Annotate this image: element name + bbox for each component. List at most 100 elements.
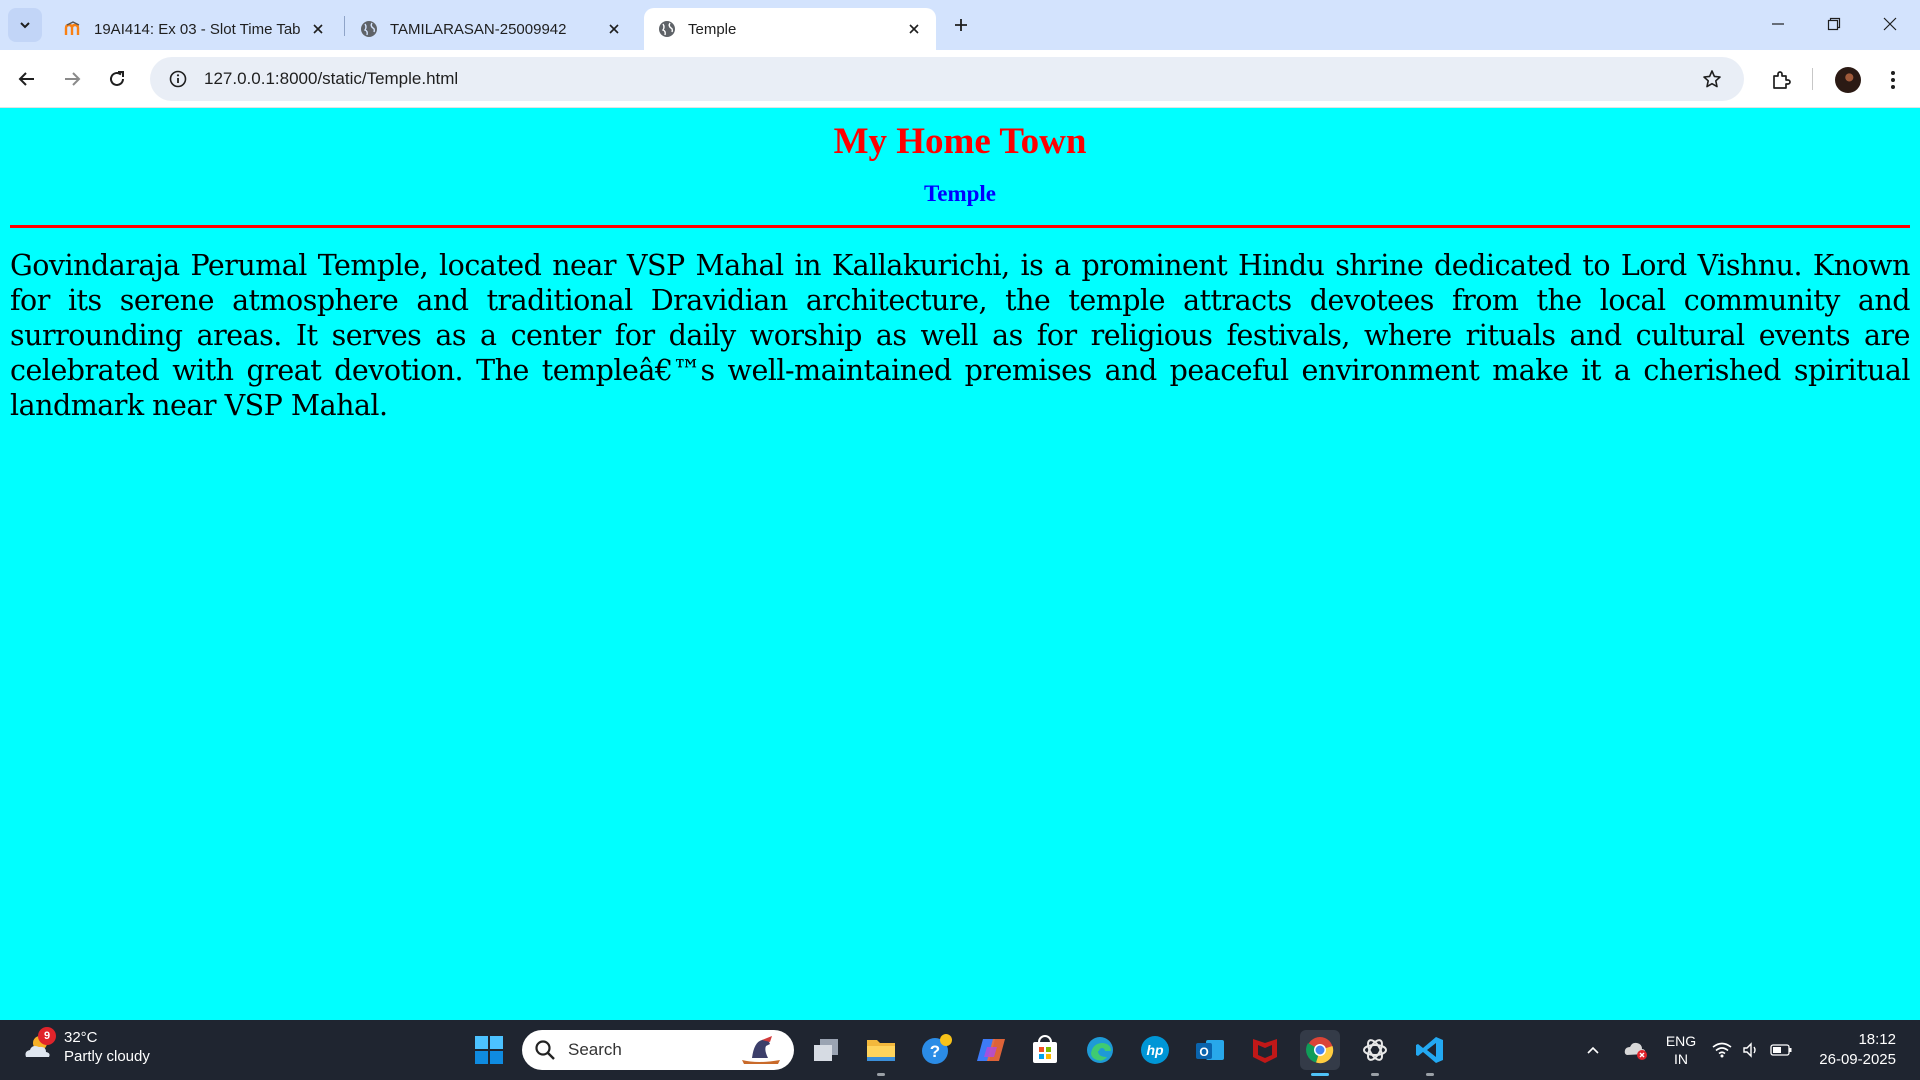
forward-button[interactable] <box>55 62 89 96</box>
chrome-button[interactable] <box>1300 1030 1340 1076</box>
input-language-button[interactable]: ENG IN <box>1660 1020 1702 1080</box>
tab-moodle[interactable]: 19AI414: Ex 03 - Slot Time Table <box>50 8 340 50</box>
quick-settings-button[interactable] <box>1712 1020 1792 1080</box>
weather-temp: 32°C <box>64 1029 98 1046</box>
tab-title: Temple <box>688 20 737 38</box>
close-icon[interactable] <box>604 19 624 39</box>
outlook-button[interactable]: O <box>1190 1030 1230 1070</box>
tab-title: TAMILARASAN-25009942 <box>390 20 567 38</box>
arrow-left-icon <box>18 72 34 86</box>
chevron-down-icon <box>20 22 30 29</box>
avatar <box>1835 67 1861 93</box>
address-bar[interactable]: 127.0.0.1:8000/static/Temple.html <box>150 57 1744 101</box>
show-hidden-icons-button[interactable] <box>1578 1020 1608 1080</box>
hp-icon: hp <box>1141 1036 1169 1064</box>
windows-taskbar: 9 32°C Partly cloudy Search ? hp O ENG I… <box>0 1020 1920 1080</box>
edge-button[interactable] <box>1080 1030 1120 1070</box>
cloud-error-icon <box>1624 1042 1647 1060</box>
tab-tamilarasan[interactable]: TAMILARASAN-25009942 <box>346 8 636 50</box>
reload-button[interactable] <box>100 62 134 96</box>
partly-cloudy-icon: 9 <box>20 1027 56 1065</box>
onedrive-status-button[interactable] <box>1618 1020 1654 1080</box>
minimize-icon <box>1772 23 1784 25</box>
search-icon <box>535 1040 555 1060</box>
svg-text:?: ? <box>930 1042 940 1061</box>
close-window-button[interactable] <box>1862 0 1918 48</box>
chrome-icon <box>1306 1037 1334 1064</box>
start-button[interactable] <box>469 1030 509 1070</box>
horizontal-rule <box>10 225 1910 229</box>
clock-time: 18:12 <box>1858 1031 1896 1048</box>
edge-icon <box>1087 1037 1113 1063</box>
weather-badge: 9 <box>38 1027 56 1045</box>
language-code: ENG <box>1665 1033 1697 1049</box>
search-placeholder: Search <box>568 1040 622 1059</box>
vscode-button[interactable] <box>1410 1030 1450 1076</box>
help-icon: ? <box>922 1034 952 1064</box>
profile-button[interactable] <box>1830 62 1866 98</box>
wifi-icon <box>1712 1042 1732 1058</box>
page-content: My Home Town Temple Govindaraja Perumal … <box>0 108 1920 1020</box>
clock-date: 26-09-2025 <box>1819 1051 1896 1068</box>
extensions-button[interactable] <box>1763 62 1799 98</box>
bookmark-star-icon[interactable] <box>1694 61 1730 97</box>
tab-strip: 19AI414: Ex 03 - Slot Time Table TAMILAR… <box>0 0 1920 50</box>
new-tab-button[interactable] <box>946 10 976 40</box>
hp-button[interactable]: hp <box>1135 1030 1175 1070</box>
tab-temple[interactable]: Temple <box>644 8 936 50</box>
arrow-right-icon <box>65 72 81 86</box>
task-view-icon <box>814 1039 838 1061</box>
weather-widget[interactable]: 9 32°C Partly cloudy <box>20 1027 150 1066</box>
temple-paragraph: Govindaraja Perumal Temple, located near… <box>10 249 1911 423</box>
microsoft-store-icon <box>1033 1035 1057 1063</box>
toolbar-divider <box>1812 68 1813 90</box>
plus-icon <box>955 19 967 31</box>
file-explorer-icon <box>867 1040 895 1061</box>
more-vertical-icon <box>1891 71 1895 89</box>
browser-toolbar: 127.0.0.1:8000/static/Temple.html <box>0 50 1920 108</box>
restore-icon <box>1827 17 1841 31</box>
page-heading: My Home Town <box>833 121 1087 162</box>
close-icon[interactable] <box>904 19 924 39</box>
restore-button[interactable] <box>1806 0 1862 48</box>
chatgpt-button[interactable] <box>1355 1030 1395 1076</box>
search-highlight-icon <box>742 1036 780 1064</box>
tab-search-button[interactable] <box>8 8 42 42</box>
puzzle-icon <box>1773 71 1791 89</box>
close-icon <box>1883 17 1897 31</box>
volume-icon <box>1743 1042 1756 1058</box>
vscode-icon <box>1416 1037 1443 1063</box>
get-help-button[interactable]: ? <box>916 1030 956 1070</box>
chevron-up-icon <box>1587 1046 1599 1054</box>
back-button[interactable] <box>10 62 44 96</box>
globe-icon <box>360 20 378 38</box>
chatgpt-icon <box>1363 1039 1387 1061</box>
site-info-icon[interactable] <box>158 59 198 99</box>
clock-button[interactable]: 18:12 26-09-2025 <box>1819 1030 1896 1070</box>
file-explorer-button[interactable] <box>861 1030 901 1076</box>
url-text[interactable]: 127.0.0.1:8000/static/Temple.html <box>204 69 1694 89</box>
reload-icon <box>110 71 124 86</box>
globe-icon <box>658 20 676 38</box>
menu-button[interactable] <box>1875 62 1911 98</box>
minimize-button[interactable] <box>1750 0 1806 48</box>
battery-icon <box>1770 1044 1792 1056</box>
microsoft-store-button[interactable] <box>1025 1030 1065 1070</box>
mcafee-icon <box>1253 1039 1277 1063</box>
moodle-icon <box>64 20 82 38</box>
tab-separator <box>344 16 345 36</box>
copilot-icon <box>977 1039 1005 1061</box>
weather-condition: Partly cloudy <box>64 1048 150 1065</box>
tab-title: 19AI414: Ex 03 - Slot Time Table <box>94 20 300 38</box>
outlook-icon: O <box>1196 1040 1224 1060</box>
region-code: IN <box>1674 1051 1688 1067</box>
svg-text:hp: hp <box>1146 1042 1164 1058</box>
svg-text:O: O <box>1199 1045 1208 1059</box>
task-view-button[interactable] <box>806 1030 846 1070</box>
mcafee-button[interactable] <box>1245 1030 1285 1070</box>
taskbar-search[interactable]: Search <box>522 1030 794 1070</box>
copilot-button[interactable] <box>971 1030 1011 1070</box>
windows-icon <box>475 1036 503 1064</box>
page-subheading: Temple <box>924 181 996 207</box>
close-icon[interactable] <box>308 19 328 39</box>
